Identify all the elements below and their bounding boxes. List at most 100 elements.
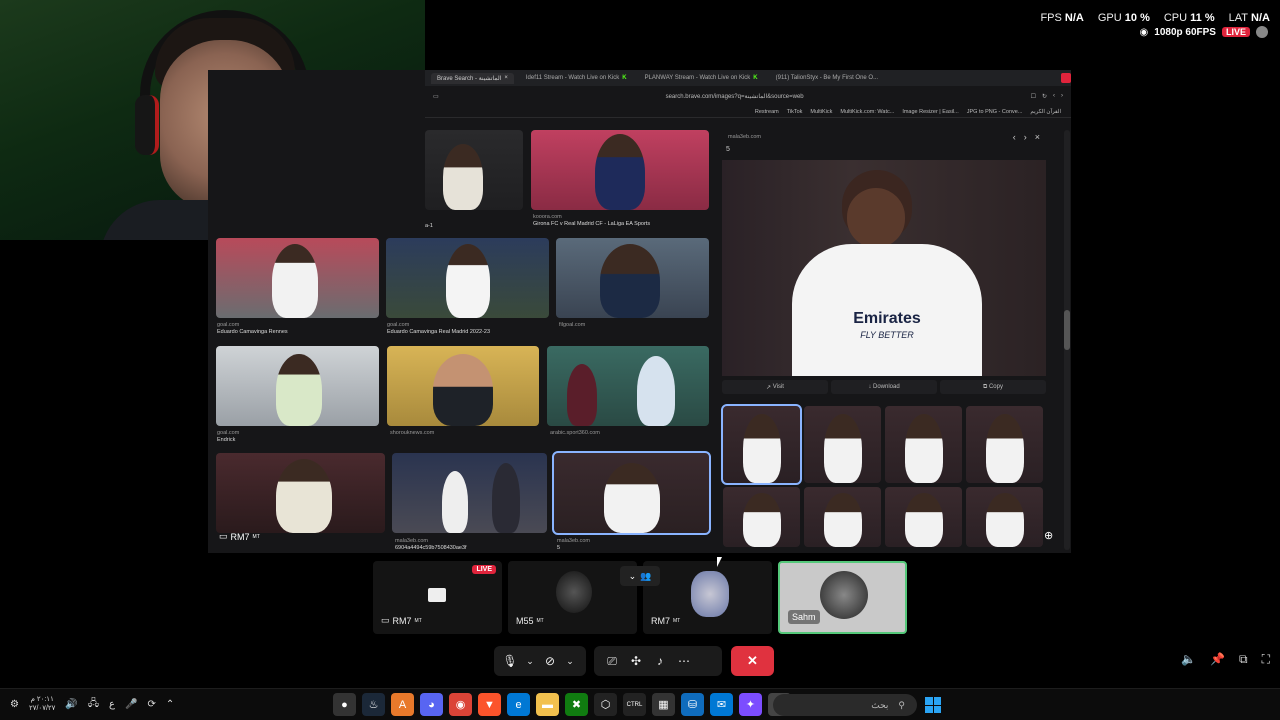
caption-title: 6904a4494c59b7508430ae3f <box>395 545 467 551</box>
scrollbar-thumb[interactable] <box>1064 310 1070 350</box>
image-result[interactable] <box>425 130 523 210</box>
screen-share-icon[interactable]: ⎚ <box>600 649 624 673</box>
copy-button[interactable]: ⧉ Copy <box>940 380 1046 394</box>
taskbar-search[interactable]: بحث ⚲ <box>773 694 917 716</box>
image-result[interactable] <box>216 238 379 318</box>
scrollbar[interactable] <box>1064 130 1070 550</box>
bookmark-jpg-to-png[interactable]: JPG to PNG - Conve... <box>967 109 1023 115</box>
xbox-icon[interactable]: ✖ <box>565 693 588 716</box>
image-result[interactable] <box>216 453 385 533</box>
next-icon[interactable]: › <box>1024 132 1027 142</box>
image-caption: filgoal.com <box>559 322 585 328</box>
bookmark-multikick[interactable]: MultiKick <box>810 109 832 115</box>
image-result[interactable] <box>387 346 539 426</box>
image-result[interactable] <box>556 238 709 318</box>
related-image[interactable] <box>804 406 881 483</box>
tab-kick-2[interactable]: PLANWAY Stream - Watch Live on Kick K <box>639 73 764 83</box>
calculator-icon[interactable]: ▦ <box>652 693 675 716</box>
image-result[interactable] <box>216 346 379 426</box>
tab-brave-search[interactable]: Brave Search - الماتشينة × <box>431 72 514 84</box>
copilot-icon[interactable]: ✦ <box>739 693 762 716</box>
close-icon[interactable]: × <box>504 75 508 81</box>
url-field[interactable]: search.brave.com/images?q=الماتشينة&sour… <box>445 93 1025 100</box>
close-icon[interactable]: × <box>1035 132 1040 142</box>
image-result-selected[interactable] <box>552 451 711 535</box>
related-image[interactable] <box>804 487 881 547</box>
bookmark-restream[interactable]: Restream <box>755 109 779 115</box>
back-icon[interactable]: ‹ <box>1053 93 1055 99</box>
preview-image[interactable]: Emirates FLY BETTER <box>722 160 1046 376</box>
chevron-down-icon[interactable]: ⌄ <box>520 649 540 673</box>
chevron-up-icon[interactable]: ⌃ <box>166 699 174 710</box>
participant-label: Sahm <box>792 612 816 622</box>
caption-source: goal.com <box>217 322 240 328</box>
clock[interactable]: ٢٠:١١ م ٢٧/٠٧/٢٧ <box>29 695 55 713</box>
network-icon[interactable]: 🖧 <box>88 696 99 713</box>
brave-icon[interactable]: ▼ <box>478 693 501 716</box>
visit-button[interactable]: ↗ Visit <box>722 380 828 394</box>
kick-icon: K <box>753 75 758 81</box>
sidebar-toggle-icon[interactable]: ▭ <box>433 93 439 100</box>
popout-icon[interactable]: ⧉ <box>1239 652 1248 667</box>
microphone-icon[interactable]: 🎙 <box>500 649 520 673</box>
reload-icon[interactable]: ↻ <box>1042 93 1047 100</box>
preview-title: 5 <box>726 146 730 153</box>
epic-icon[interactable]: ⬡ <box>594 693 617 716</box>
forward-icon[interactable]: › <box>1061 93 1063 99</box>
obs-icon[interactable]: ● <box>333 693 356 716</box>
fullscreen-icon[interactable]: ⛶ <box>1262 652 1270 667</box>
camera-off-icon[interactable]: ⊘ <box>540 649 560 673</box>
image-result[interactable] <box>386 238 549 318</box>
disconnect-button[interactable]: ✕ <box>731 646 774 676</box>
mail-icon[interactable]: ✉ <box>710 693 733 716</box>
gpu-value: 10 % <box>1124 12 1150 24</box>
folder-icon[interactable]: ▬ <box>536 693 559 716</box>
related-image[interactable] <box>966 487 1043 547</box>
related-image[interactable] <box>966 406 1043 483</box>
tab-bar: Brave Search - الماتشينة × Idef11 Stream … <box>425 70 1071 86</box>
more-icon[interactable]: ⋯ <box>672 649 696 673</box>
image-result[interactable] <box>531 130 709 210</box>
app-icon[interactable]: A <box>391 693 414 716</box>
settings-icon[interactable]: ⚙ <box>10 699 19 710</box>
participant-tile[interactable]: LIVE ▭ RM7 MT <box>373 561 502 634</box>
tab-youtube[interactable]: (911) TalionStyx - Be My First One O... <box>770 73 884 83</box>
participant-tile[interactable]: M55 MT <box>508 561 637 634</box>
bookmark-icon[interactable]: ☐ <box>1031 93 1036 100</box>
activities-icon[interactable]: ✣ <box>624 649 648 673</box>
store-icon[interactable]: ⛁ <box>681 693 704 716</box>
edge-icon[interactable]: e <box>507 693 530 716</box>
discord-icon[interactable]: ◕ <box>420 693 443 716</box>
previous-icon[interactable]: ‹ <box>1013 132 1016 142</box>
steam-icon[interactable]: ♨ <box>362 693 385 716</box>
related-image[interactable] <box>885 406 962 483</box>
bookmark-multikick-com[interactable]: MultiKick.com: Watc... <box>840 109 894 115</box>
participant-tile[interactable]: ⌄ RM7MT <box>643 561 772 634</box>
volume-icon[interactable]: 🔈 <box>1181 652 1196 667</box>
zoom-icon[interactable]: ⊕ <box>1044 529 1060 545</box>
ctrl-app-icon[interactable]: CTRL <box>623 693 646 716</box>
window-close-button[interactable] <box>1061 73 1071 83</box>
sync-icon[interactable]: ⟳ <box>147 699 155 710</box>
related-image[interactable] <box>721 404 802 485</box>
soundboard-icon[interactable]: ♪ <box>648 649 672 673</box>
image-result[interactable] <box>392 453 547 533</box>
pin-icon[interactable]: 📌 <box>1210 652 1225 667</box>
bookmark-quran[interactable]: القرآن الكريم <box>1030 109 1061 115</box>
bookmark-tiktok[interactable]: TikTok <box>787 109 803 115</box>
volume-icon[interactable]: 🔊 <box>65 699 77 710</box>
language-indicator[interactable]: ع <box>109 699 115 710</box>
microphone-icon[interactable]: 🎤 <box>125 699 137 710</box>
tab-kick-1[interactable]: Idef11 Stream - Watch Live on Kick K <box>520 73 633 83</box>
image-result[interactable] <box>547 346 709 426</box>
chevron-down-icon[interactable]: ⌄ <box>560 649 580 673</box>
start-button[interactable] <box>925 697 941 713</box>
download-button[interactable]: ↓ Download <box>831 380 937 394</box>
participant-label: M55 <box>516 616 534 626</box>
bookmark-image-resizer[interactable]: Image Resizer | Easil... <box>902 109 958 115</box>
related-image[interactable] <box>723 487 800 547</box>
participant-tile-active[interactable]: Sahm <box>778 561 907 634</box>
chrome-icon[interactable]: ◉ <box>449 693 472 716</box>
related-image[interactable] <box>885 487 962 547</box>
participants-toggle[interactable]: ⌄ 👥 <box>620 566 660 586</box>
